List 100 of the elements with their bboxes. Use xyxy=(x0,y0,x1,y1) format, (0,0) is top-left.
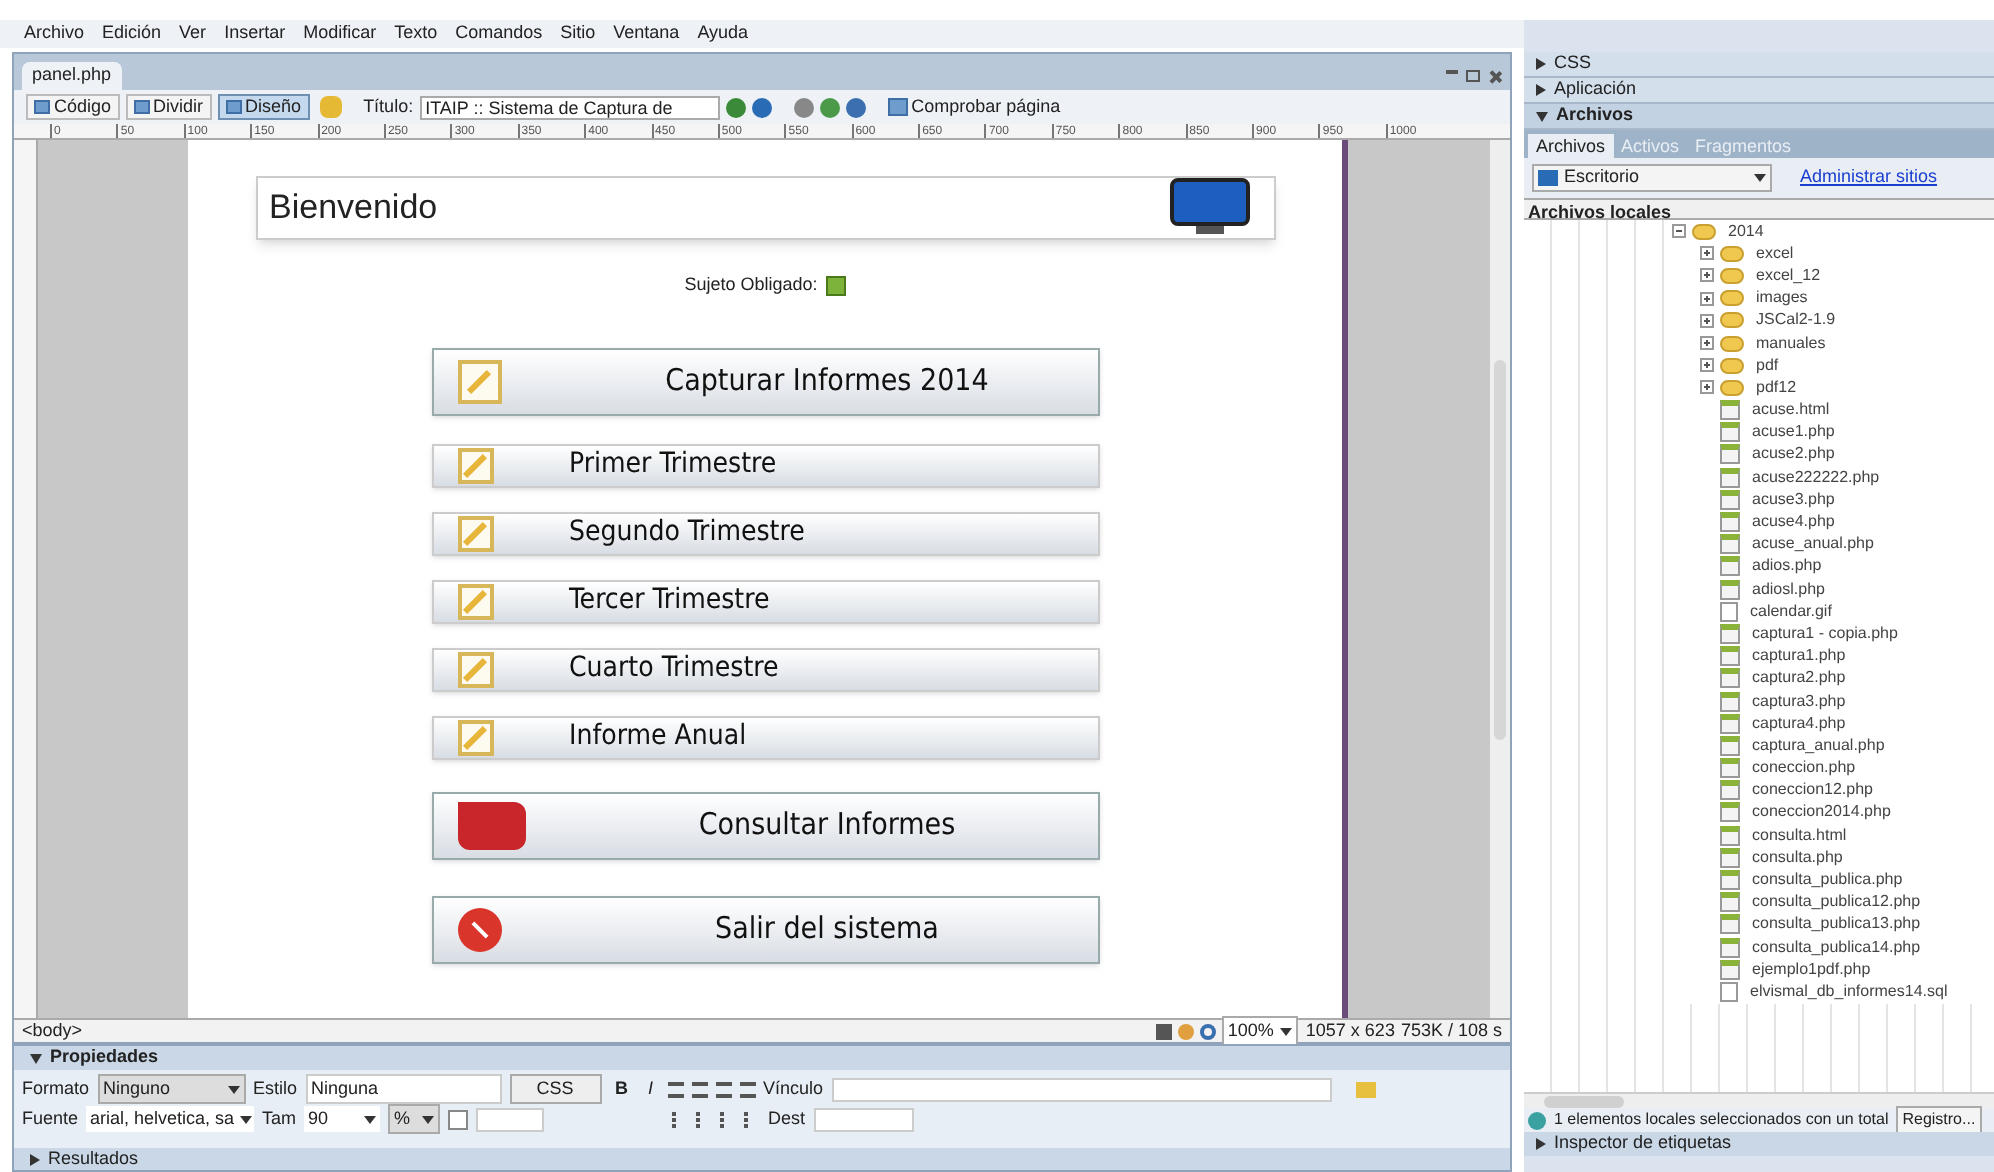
panel-title[interactable]: CSS xyxy=(1554,50,1592,78)
file-name[interactable]: images xyxy=(1756,286,1808,311)
menu-item[interactable]: Texto xyxy=(394,20,438,48)
log-button[interactable]: Registro... xyxy=(1896,1106,1982,1134)
file-name[interactable]: pdf12 xyxy=(1756,375,1797,400)
file-name[interactable]: excel_12 xyxy=(1756,263,1821,288)
menu-item[interactable]: Sitio xyxy=(560,20,596,48)
menu-item[interactable]: Ventana xyxy=(613,20,680,48)
caret-icon[interactable] xyxy=(227,1085,240,1093)
file-name[interactable]: coneccion12.php xyxy=(1752,778,1873,803)
view-button[interactable]: Dividir xyxy=(125,94,212,120)
collapsed-arrow-icon[interactable] xyxy=(1536,1138,1546,1150)
expand-icon[interactable] xyxy=(1700,336,1714,351)
menu-button[interactable]: Primer Trimestre xyxy=(431,443,1099,487)
menu-button[interactable]: Tercer Trimestre xyxy=(431,579,1099,623)
expand-icon[interactable] xyxy=(1700,313,1714,328)
expand-icon[interactable] xyxy=(1700,358,1714,373)
expand-icon[interactable] xyxy=(1700,268,1714,283)
file-name[interactable]: ejemplo1pdf.php xyxy=(1752,957,1871,982)
caret-icon[interactable] xyxy=(240,1115,253,1123)
css-button[interactable]: CSS xyxy=(509,1073,602,1105)
color-field[interactable] xyxy=(476,1107,545,1131)
scrollbar[interactable] xyxy=(1490,140,1510,1018)
menu-item[interactable]: Insertar xyxy=(224,20,286,48)
manage-sites-link[interactable]: Administrar sitios xyxy=(1800,164,1938,192)
bold-button[interactable]: B xyxy=(609,1075,635,1103)
file-name[interactable]: consulta_publica13.php xyxy=(1752,912,1921,937)
file-name[interactable]: captura3.php xyxy=(1752,689,1846,714)
title-field[interactable]: ITAIP :: Sistema de Captura de xyxy=(419,95,720,119)
expand-icon[interactable] xyxy=(1700,291,1714,306)
color-swatch[interactable] xyxy=(448,1109,469,1129)
tag-selector[interactable]: <body> xyxy=(22,1017,1156,1045)
file-name[interactable]: consulta_publica12.php xyxy=(1752,890,1921,915)
file-name[interactable]: consulta_publica14.php xyxy=(1752,935,1921,960)
restore-icon[interactable] xyxy=(1466,70,1480,82)
file-name[interactable]: coneccion2014.php xyxy=(1752,800,1891,825)
file-name[interactable]: manuales xyxy=(1756,331,1826,356)
file-name[interactable]: pdf xyxy=(1756,353,1779,378)
menu-item[interactable]: Modificar xyxy=(303,20,377,48)
caret-icon[interactable] xyxy=(364,1115,377,1123)
file-name[interactable]: captura_anual.php xyxy=(1752,733,1885,758)
file-name[interactable]: consulta.html xyxy=(1752,823,1847,848)
menu-button[interactable]: Informe Anual xyxy=(431,715,1099,759)
file-name[interactable]: acuse222222.php xyxy=(1752,465,1880,490)
collapsed-arrow-icon[interactable] xyxy=(30,1153,40,1165)
italic-button[interactable]: I xyxy=(642,1075,660,1103)
expand-icon[interactable] xyxy=(1700,380,1714,395)
file-name[interactable]: calendar.gif xyxy=(1750,599,1832,624)
file-name[interactable]: excel xyxy=(1756,241,1794,266)
file-name[interactable]: 2014 xyxy=(1728,220,1764,244)
menu-button[interactable]: Cuarto Trimestre xyxy=(431,647,1099,691)
file-name[interactable]: JSCal2-1.9 xyxy=(1756,308,1836,333)
caret-icon[interactable] xyxy=(422,1115,435,1123)
file-name[interactable]: acuse2.php xyxy=(1752,442,1835,467)
file-name[interactable]: captura1.php xyxy=(1752,644,1846,669)
document-tab[interactable]: panel.php xyxy=(22,62,122,90)
unit-dropdown[interactable]: % xyxy=(388,1103,441,1135)
file-name[interactable]: acuse3.php xyxy=(1752,487,1835,512)
menu-button[interactable]: Segundo Trimestre xyxy=(431,511,1099,555)
panel-title[interactable]: Aplicación xyxy=(1554,76,1637,104)
font-dropdown[interactable]: arial, helvetica, sa xyxy=(86,1105,255,1133)
format-dropdown[interactable]: Ninguno xyxy=(97,1073,246,1105)
file-name[interactable]: coneccion.php xyxy=(1752,756,1856,781)
file-name[interactable]: captura4.php xyxy=(1752,711,1846,736)
window-size[interactable]: 1057 x 623 xyxy=(1305,1017,1395,1045)
zoom-icon[interactable] xyxy=(1199,1023,1216,1039)
menu-item[interactable]: Comandos xyxy=(455,20,543,48)
style-dropdown[interactable]: Ninguna xyxy=(305,1073,502,1105)
view-button[interactable]: Diseño xyxy=(217,94,310,120)
file-name[interactable]: captura2.php xyxy=(1752,666,1846,691)
file-name[interactable]: consulta.php xyxy=(1752,845,1843,870)
view-button[interactable]: Código xyxy=(26,94,120,120)
file-name[interactable]: elvismal_db_informes14.sql xyxy=(1750,979,1948,1004)
expand-icon[interactable] xyxy=(1700,246,1714,261)
site-dropdown[interactable]: Escritorio xyxy=(1532,164,1772,192)
file-name[interactable]: acuse_anual.php xyxy=(1752,532,1874,557)
menu-button[interactable]: Salir del sistema xyxy=(431,895,1099,963)
menu-item[interactable]: Ayuda xyxy=(697,20,749,48)
file-name[interactable]: captura1 - copia.php xyxy=(1752,621,1898,646)
menu-button[interactable]: Consultar Informes xyxy=(431,791,1099,859)
size-dropdown[interactable]: 90 xyxy=(304,1105,381,1133)
file-name[interactable]: acuse4.php xyxy=(1752,510,1835,535)
check-page-button[interactable]: Comprobar página xyxy=(887,93,1061,121)
panel-title[interactable]: Archivos xyxy=(1556,102,1634,130)
file-name[interactable]: adios.php xyxy=(1752,554,1822,579)
file-name[interactable]: acuse.html xyxy=(1752,398,1830,423)
collapse-icon[interactable] xyxy=(1672,224,1686,239)
file-name[interactable]: acuse1.php xyxy=(1752,420,1835,445)
horizontal-scrollbar[interactable] xyxy=(1524,1092,1994,1108)
file-name[interactable]: adiosl.php xyxy=(1752,577,1825,602)
caret-icon[interactable] xyxy=(1754,174,1766,182)
panel-tab[interactable]: Archivos xyxy=(1528,134,1614,158)
expanded-arrow-icon[interactable] xyxy=(30,1053,42,1063)
menu-button[interactable]: Capturar Informes 2014 xyxy=(431,347,1099,415)
file-name[interactable]: consulta_publica.php xyxy=(1752,868,1903,893)
menu-item[interactable]: Ver xyxy=(179,20,207,48)
menu-item[interactable]: Archivo xyxy=(24,20,85,48)
close-icon[interactable] xyxy=(1488,70,1502,84)
link-field[interactable] xyxy=(831,1077,1332,1101)
menu-item[interactable]: Edición xyxy=(102,20,162,48)
